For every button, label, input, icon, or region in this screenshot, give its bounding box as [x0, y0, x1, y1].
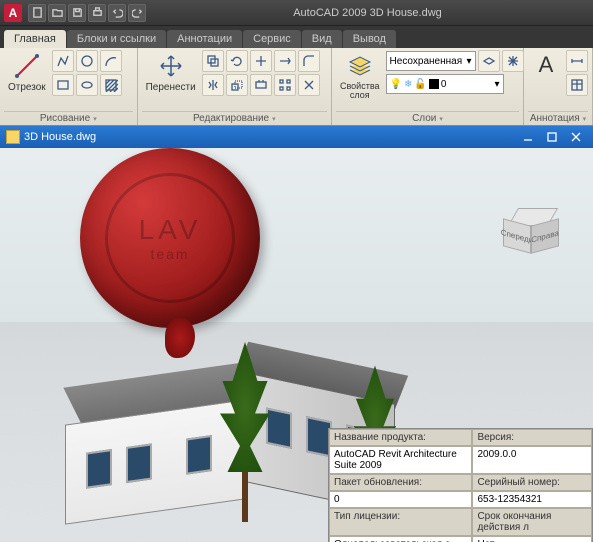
move-button-label: Перенести [146, 82, 196, 93]
tab-service[interactable]: Сервис [243, 30, 301, 48]
qat-open-button[interactable] [48, 4, 66, 22]
doc-minimize-button[interactable] [517, 126, 539, 148]
document-titlebar: 3D House.dwg [0, 126, 593, 148]
scale-button[interactable] [226, 74, 248, 96]
table-button[interactable] [566, 74, 588, 96]
ellipse-button[interactable] [76, 74, 98, 96]
rotate-button[interactable] [226, 50, 248, 72]
arc-button[interactable] [100, 50, 122, 72]
panel-layers-label[interactable]: Слои [336, 111, 519, 124]
model-viewport[interactable]: LAV team Спереди Справа Название продукт… [0, 148, 593, 542]
polyline-button[interactable] [52, 50, 74, 72]
info-value: AutoCAD Revit Architecture Suite 2009 [329, 446, 472, 474]
tree-model [220, 342, 270, 522]
panel-annotation: A Аннотация [524, 48, 593, 125]
doc-close-button[interactable] [565, 126, 587, 148]
viewcube[interactable]: Спереди Справа [503, 208, 563, 258]
info-value: Однопользовательская с защитой [329, 536, 472, 542]
app-logo-icon[interactable]: A [4, 4, 22, 22]
qat-redo-button[interactable] [128, 4, 146, 22]
qat-new-button[interactable] [28, 4, 46, 22]
doc-maximize-button[interactable] [541, 126, 563, 148]
layer-iso-button[interactable] [478, 50, 500, 72]
document-title: 3D House.dwg [24, 131, 96, 143]
copy-button[interactable] [202, 50, 224, 72]
about-info-panel: Название продукта:Версия:AutoCAD Revit A… [328, 428, 593, 542]
tab-output[interactable]: Вывод [343, 30, 396, 48]
info-value: 2009.0.0 [472, 446, 592, 474]
array-button[interactable] [274, 74, 296, 96]
tab-view[interactable]: Вид [302, 30, 342, 48]
stretch-button[interactable] [250, 74, 272, 96]
panel-draw: Отрезок Рисование [0, 48, 138, 125]
layer-properties-label: Свойства слоя [340, 82, 380, 100]
info-label: Тип лицензии: [329, 508, 472, 536]
panel-draw-label[interactable]: Рисование [4, 111, 133, 124]
line-button[interactable]: Отрезок [4, 50, 50, 95]
tab-blocks[interactable]: Блоки и ссылки [67, 30, 166, 48]
ribbon-tabs: Главная Блоки и ссылки Аннотации Сервис … [0, 26, 593, 48]
hatch-button[interactable] [100, 74, 122, 96]
panel-layers: Свойства слоя Несохраненная▾ 💡❄🔓 0▾ Слои [332, 48, 524, 125]
wax-seal-watermark: LAV team [80, 148, 280, 358]
info-label: Срок окончания действия л [472, 508, 592, 536]
text-button[interactable]: A [528, 50, 564, 82]
current-layer-dropdown[interactable]: 💡❄🔓 0▾ [386, 74, 504, 94]
explode-button[interactable] [298, 74, 320, 96]
line-button-label: Отрезок [8, 82, 46, 93]
info-label: Пакет обновления: [329, 474, 472, 491]
panel-edit: Перенести Редактирование [138, 48, 332, 125]
panel-edit-label[interactable]: Редактирование [142, 111, 327, 124]
layer-properties-button[interactable]: Свойства слоя [336, 50, 384, 102]
window-title: AutoCAD 2009 3D House.dwg [146, 7, 589, 19]
dim-linear-button[interactable] [566, 50, 588, 72]
info-value: 653-12354321 [472, 491, 592, 508]
extend-button[interactable] [274, 50, 296, 72]
tab-home[interactable]: Главная [4, 30, 66, 48]
fillet-button[interactable] [298, 50, 320, 72]
seal-text-lav: LAV [139, 214, 202, 246]
titlebar: A AutoCAD 2009 3D House.dwg [0, 0, 593, 26]
qat-print-button[interactable] [88, 4, 106, 22]
info-value: 0 [329, 491, 472, 508]
circle-button[interactable] [76, 50, 98, 72]
info-label: Серийный номер: [472, 474, 592, 491]
qat-save-button[interactable] [68, 4, 86, 22]
info-value: Нет [472, 536, 592, 542]
seal-text-team: team [150, 246, 189, 262]
trim-button[interactable] [250, 50, 272, 72]
layer-freeze-button[interactable] [502, 50, 524, 72]
ribbon: Отрезок Рисование Перенести [0, 48, 593, 126]
viewcube-right[interactable]: Справа [531, 218, 559, 254]
info-label: Версия: [472, 429, 592, 446]
panel-anno-label[interactable]: Аннотация [528, 111, 588, 124]
layer-state-dropdown[interactable]: Несохраненная▾ [386, 51, 476, 71]
quick-access-toolbar [28, 4, 146, 22]
rectangle-button[interactable] [52, 74, 74, 96]
info-label: Название продукта: [329, 429, 472, 446]
svg-text:A: A [539, 52, 554, 77]
mirror-button[interactable] [202, 74, 224, 96]
move-button[interactable]: Перенести [142, 50, 200, 95]
qat-undo-button[interactable] [108, 4, 126, 22]
tab-annotations[interactable]: Аннотации [167, 30, 242, 48]
document-icon [6, 130, 20, 144]
